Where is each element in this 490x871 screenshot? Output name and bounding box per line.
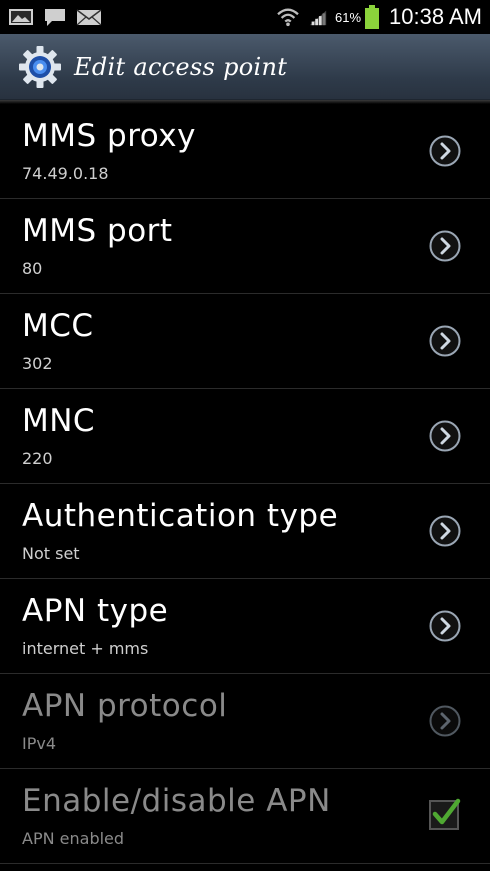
pref-enable-apn: Enable/disable APN APN enabled <box>0 769 490 864</box>
page-title: Edit access point <box>74 52 288 81</box>
pref-value: Not set <box>22 544 80 563</box>
pref-value: IPv4 <box>22 734 57 753</box>
preference-list: MMS proxy 74.49.0.18 MMS port 80 MCC 302… <box>0 104 490 864</box>
pref-value: 80 <box>22 259 43 278</box>
chevron-right-icon <box>429 135 461 167</box>
pref-title: MMS proxy <box>22 118 196 154</box>
wifi-icon <box>277 8 299 27</box>
status-bar-system: 61% 10:38 AM <box>275 4 490 30</box>
chevron-right-icon <box>429 230 461 262</box>
pref-title: APN type <box>22 593 169 629</box>
action-bar: Edit access point <box>0 34 490 100</box>
chevron-right-icon <box>429 420 461 452</box>
gallery-icon <box>9 9 33 25</box>
pref-value: 74.49.0.18 <box>22 164 109 183</box>
clock: 10:38 AM <box>389 4 482 29</box>
settings-gear-icon[interactable] <box>18 45 62 89</box>
email-icon <box>76 9 102 26</box>
signal-icon <box>309 10 327 26</box>
pref-mnc[interactable]: MNC 220 <box>0 389 490 484</box>
pref-mcc[interactable]: MCC 302 <box>0 294 490 389</box>
pref-title: MCC <box>22 308 94 344</box>
chevron-right-icon <box>429 515 461 547</box>
battery-percent: 61% <box>335 9 362 25</box>
pref-mms-proxy[interactable]: MMS proxy 74.49.0.18 <box>0 104 490 199</box>
battery-icon <box>365 5 380 29</box>
pref-mms-port[interactable]: MMS port 80 <box>0 199 490 294</box>
chevron-right-icon <box>429 325 461 357</box>
pref-authentication-type[interactable]: Authentication type Not set <box>0 484 490 579</box>
chevron-right-icon <box>429 705 461 737</box>
status-bar: 61% 10:38 AM <box>0 0 490 34</box>
pref-title: APN protocol <box>22 688 228 724</box>
pref-value: APN enabled <box>22 829 125 848</box>
pref-apn-type[interactable]: APN type internet + mms <box>0 579 490 674</box>
pref-value: 220 <box>22 449 53 468</box>
pref-title: MNC <box>22 403 96 439</box>
chevron-right-icon <box>429 610 461 642</box>
pref-apn-protocol: APN protocol IPv4 <box>0 674 490 769</box>
pref-value: 302 <box>22 354 53 373</box>
pref-value: internet + mms <box>22 639 149 658</box>
status-bar-notifications <box>0 7 102 27</box>
apn-enabled-checkbox <box>429 798 461 830</box>
message-icon <box>45 9 65 26</box>
pref-title: Authentication type <box>22 498 339 534</box>
pref-title: Enable/disable APN <box>22 783 331 819</box>
pref-title: MMS port <box>22 213 173 249</box>
